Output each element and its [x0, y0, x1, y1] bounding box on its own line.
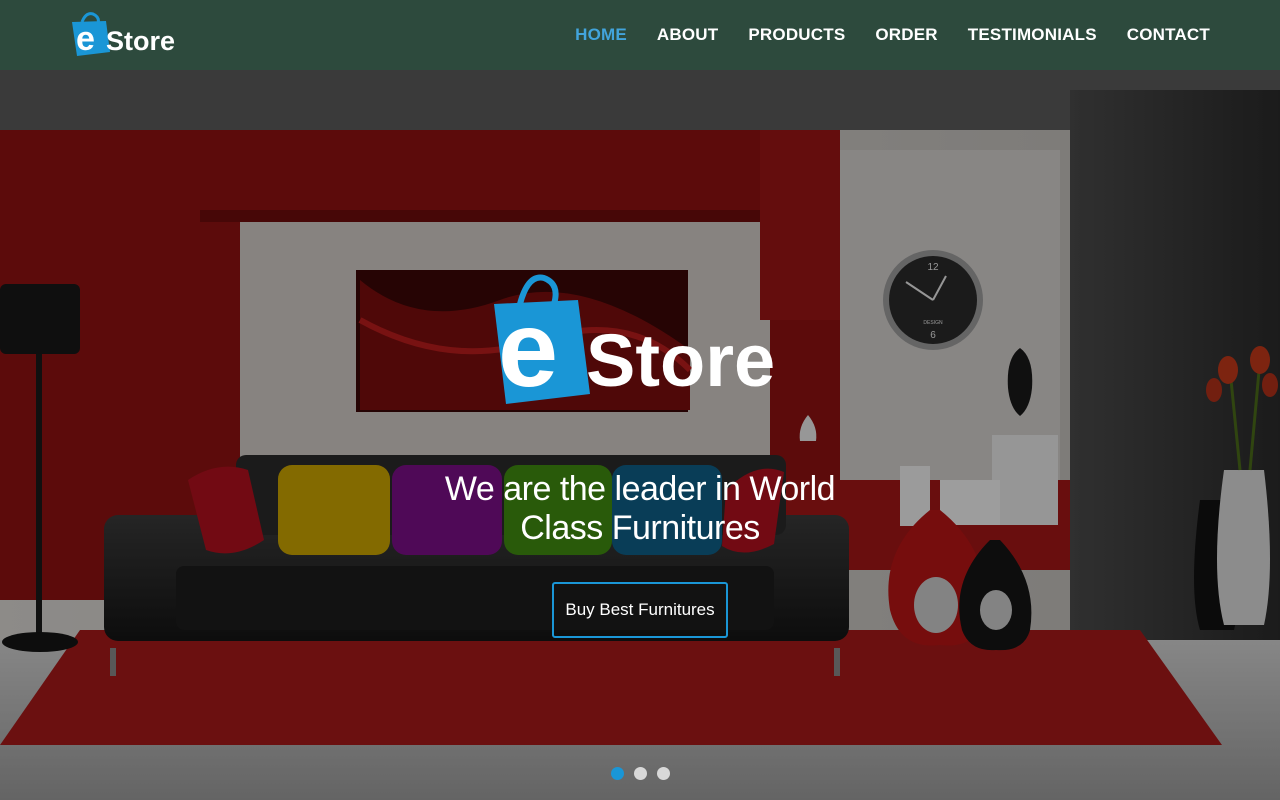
hero-tagline-line-1: We are the leader in World	[444, 470, 836, 508]
nav-testimonials[interactable]: TESTIMONIALS	[968, 25, 1097, 45]
nav-products[interactable]: PRODUCTS	[748, 25, 845, 45]
hero-dark-overlay	[0, 70, 1280, 800]
buy-best-furnitures-button[interactable]: Buy Best Furnitures	[552, 582, 728, 638]
hero-slider: 12 6 DESIGN e Store We are the leader in…	[0, 70, 1280, 800]
slide-dot-3[interactable]	[657, 767, 670, 780]
main-menu: HOME ABOUT PRODUCTS ORDER TESTIMONIALS C…	[545, 0, 1210, 70]
nav-contact[interactable]: CONTACT	[1127, 25, 1210, 45]
hero-logo-word: Store	[586, 319, 775, 402]
nav-home[interactable]: HOME	[575, 25, 627, 45]
slider-pagination	[611, 767, 680, 780]
estore-logo[interactable]: e Store	[72, 12, 194, 58]
nav-order[interactable]: ORDER	[875, 25, 937, 45]
slide-dot-1[interactable]	[611, 767, 624, 780]
nav-about[interactable]: ABOUT	[657, 25, 718, 45]
top-navbar: e Store HOME ABOUT PRODUCTS ORDER TESTIM…	[0, 0, 1280, 70]
hero-tagline: We are the leader in World Class Furnitu…	[390, 470, 890, 548]
estore-hero-logo: e Store	[494, 274, 775, 406]
logo-word: Store	[106, 26, 175, 56]
slide-dot-2[interactable]	[634, 767, 647, 780]
hero-logo-letter: e	[498, 288, 558, 406]
hero-tagline-line-2: Class Furnitures	[520, 509, 760, 547]
logo-letter: e	[76, 20, 95, 58]
